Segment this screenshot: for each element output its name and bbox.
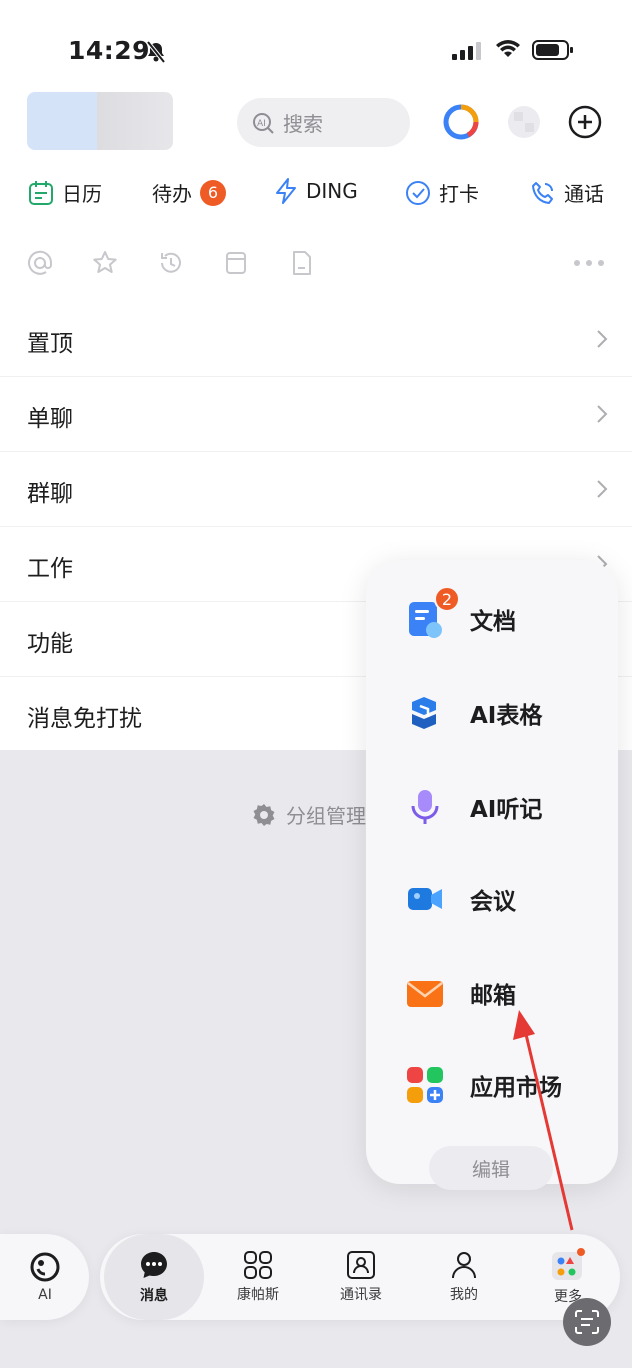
add-circle-icon[interactable] [568,105,602,139]
at-icon[interactable] [27,250,53,276]
row-label: 群聊 [27,481,73,507]
tab-compass[interactable]: 康帕斯 [208,1234,308,1320]
popup-item-label: 文档 [470,609,516,635]
tab-mine[interactable]: 我的 [414,1234,514,1320]
tab-contacts[interactable]: 通讯录 [311,1234,411,1320]
app-market-icon [407,1067,443,1103]
tab-ai-inner: AI [0,1234,95,1320]
popup-item-mail[interactable]: 邮箱 [406,974,516,1012]
shortcut-todo[interactable]: 待办 6 [152,178,226,207]
list-row-group-chat[interactable]: 群聊 [0,452,632,527]
popup-item-label: AI表格 [470,703,543,729]
more-apps-popup: 2 文档 AI表格 AI听记 会议 邮箱 应用市场 编辑 [366,560,618,1190]
row-label: 功能 [27,631,73,657]
tab-label: 我的 [450,1287,478,1303]
popup-item-label: AI听记 [470,797,543,823]
battery-icon [532,40,573,60]
row-label: 消息免打扰 [27,706,142,732]
scan-icon [575,1310,599,1334]
signal-icon [452,42,481,60]
check-circle-icon [406,180,430,205]
edit-button[interactable]: 编辑 [429,1146,553,1190]
ai-ring-icon [30,1252,60,1282]
shortcut-checkin[interactable]: 打卡 [405,178,479,207]
tab-ai[interactable]: AI [0,1234,89,1320]
profile-avatar-blurred[interactable] [27,92,173,150]
tab-label: 通讯录 [340,1287,382,1303]
group-manage-button[interactable]: 分组管理 [252,800,366,829]
wifi-icon [496,40,520,57]
shortcut-call[interactable]: 通话 [530,178,604,207]
chevron-right-icon [597,330,608,348]
popup-item-label: 会议 [470,889,516,915]
shortcut-label: 通话 [564,182,604,206]
file-icon[interactable] [290,250,314,276]
list-row-single-chat[interactable]: 单聊 [0,377,632,452]
status-time: 14:29 [68,36,151,65]
person-icon [452,1252,476,1279]
shortcut-ding[interactable]: DING [274,178,358,204]
popup-item-ai-notes[interactable]: AI听记 [406,788,542,826]
ai-assistant-icon[interactable] [443,104,479,140]
popup-item-meeting[interactable]: 会议 [406,880,516,918]
lightning-icon [276,178,296,204]
tab-messages[interactable]: 消息 [104,1234,204,1320]
popup-item-label: 邮箱 [470,983,516,1009]
video-icon [408,888,442,910]
search-bar[interactable]: AI 搜索 [237,98,410,147]
shortcut-bar: 日历 待办 6 DING 打卡 通话 [0,178,632,218]
popup-item-app-market[interactable]: 应用市场 [406,1066,562,1104]
ai-table-icon [412,697,436,729]
document-icon: 2 [406,586,460,638]
shortcut-label: 待办 [152,182,192,206]
bottom-tab-bar: 消息 康帕斯 通讯录 我的 更多 [100,1234,620,1320]
row-label: 置顶 [27,331,73,357]
popup-item-docs[interactable]: 2 文档 [406,586,516,638]
shortcut-label: 日历 [62,182,102,206]
bell-mute-icon [146,41,166,63]
row-label: 工作 [27,556,73,582]
group-manage-label: 分组管理 [286,804,366,828]
row-label: 单聊 [27,406,73,432]
more-apps-icon [552,1248,585,1280]
user-avatar-blurred-icon[interactable] [506,104,542,140]
phone-icon [532,181,553,204]
chat-icon [141,1252,167,1278]
list-row-pinned[interactable]: 置顶 [0,302,632,377]
mail-icon [407,981,443,1007]
archive-icon[interactable] [224,250,248,276]
tab-label: AI [38,1287,52,1303]
calendar-icon [29,180,53,205]
star-icon[interactable] [92,250,118,276]
gear-icon [253,803,275,826]
contacts-icon [347,1251,375,1279]
tab-label: 康帕斯 [237,1287,279,1303]
history-icon[interactable] [158,250,184,276]
chevron-right-icon [597,480,608,498]
shortcut-calendar[interactable]: 日历 [28,178,102,207]
chevron-right-icon [597,405,608,423]
shortcut-label: 打卡 [439,182,479,206]
popup-item-ai-table[interactable]: AI表格 [406,694,542,732]
docs-badge: 2 [434,586,460,612]
app-screen: 14:29 AI 搜索 日历 待办 6 DING 打卡 通话 置顶 单聊 群聊 … [0,0,632,1368]
search-placeholder: 搜索 [283,112,323,136]
grid-icon [244,1251,272,1279]
shortcut-label: DING [306,179,358,203]
microphone-icon [411,790,439,824]
popup-item-label: 应用市场 [470,1075,562,1101]
more-icon[interactable] [573,258,605,268]
ai-search-icon: AI [253,112,274,134]
todo-count-badge: 6 [200,179,226,206]
tab-label: 消息 [140,1288,168,1304]
scan-floating-button[interactable] [563,1298,611,1346]
svg-text:AI: AI [257,119,266,129]
